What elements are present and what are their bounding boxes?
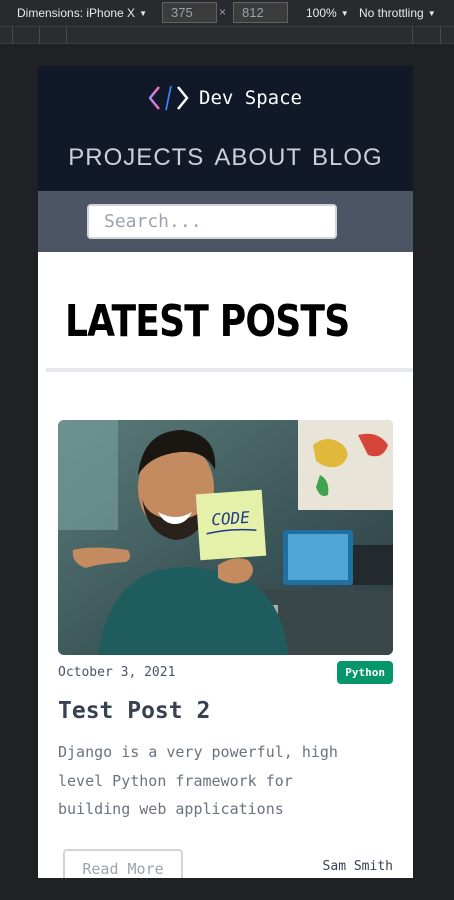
ruler-segment[interactable]: [385, 27, 413, 43]
height-input[interactable]: 812: [233, 2, 288, 23]
chevron-down-icon: ▼: [427, 8, 436, 18]
post-card: CODE October 3, 2021 Python Test Post 2 …: [58, 420, 393, 878]
post-date: October 3, 2021: [58, 665, 176, 680]
code-brackets-icon: [149, 85, 189, 111]
nav-blog[interactable]: BLOG: [312, 144, 383, 172]
post-excerpt: Django is a very powerful, high level Py…: [58, 743, 338, 818]
nav-projects[interactable]: PROJECTS: [68, 144, 204, 172]
width-input[interactable]: 375: [162, 2, 217, 23]
ruler-segment[interactable]: [0, 27, 13, 43]
main-nav: PROJECTS ABOUT BLOG: [38, 144, 413, 172]
post-meta: October 3, 2021 Python: [58, 661, 393, 684]
site-header: Dev Space PROJECTS ABOUT BLOG: [38, 66, 413, 191]
times-sign: ×: [219, 5, 227, 19]
ruler-segment[interactable]: [13, 27, 40, 43]
site-logo[interactable]: Dev Space: [38, 84, 413, 112]
post-image[interactable]: CODE: [58, 420, 393, 655]
post-title[interactable]: Test Post 2: [58, 698, 393, 724]
ruler-segment[interactable]: [413, 27, 441, 43]
ruler-segment[interactable]: [40, 27, 67, 43]
throttling-select[interactable]: No throttling ▼: [359, 0, 436, 26]
device-select[interactable]: Dimensions: iPhone X ▼: [17, 0, 147, 26]
brand-name: Dev Space: [199, 87, 302, 109]
throttling-label: No throttling: [359, 6, 424, 20]
read-more-button[interactable]: Read More: [63, 849, 183, 878]
category-badge[interactable]: Python: [337, 661, 393, 684]
chevron-down-icon: ▼: [340, 8, 349, 18]
device-label: Dimensions: iPhone X: [17, 6, 136, 20]
nav-about[interactable]: ABOUT: [214, 144, 302, 172]
divider: [46, 368, 413, 372]
zoom-label: 100%: [306, 6, 337, 20]
search-bar: [38, 191, 413, 252]
device-viewport: Dev Space PROJECTS ABOUT BLOG LATEST POS…: [38, 66, 413, 878]
sticky-note-text: CODE: [211, 508, 251, 530]
devtools-toolbar: Dimensions: iPhone X ▼ 375 × 812 100% ▼ …: [0, 0, 454, 26]
zoom-select[interactable]: 100% ▼: [306, 0, 349, 26]
search-input[interactable]: [87, 204, 337, 239]
post-author: Sam Smith: [322, 859, 393, 874]
chevron-down-icon: ▼: [139, 8, 147, 18]
post-footer: Read More Sam Smith: [58, 849, 393, 878]
page-title: LATEST POSTS: [65, 296, 350, 347]
media-query-ruler[interactable]: [0, 26, 454, 44]
